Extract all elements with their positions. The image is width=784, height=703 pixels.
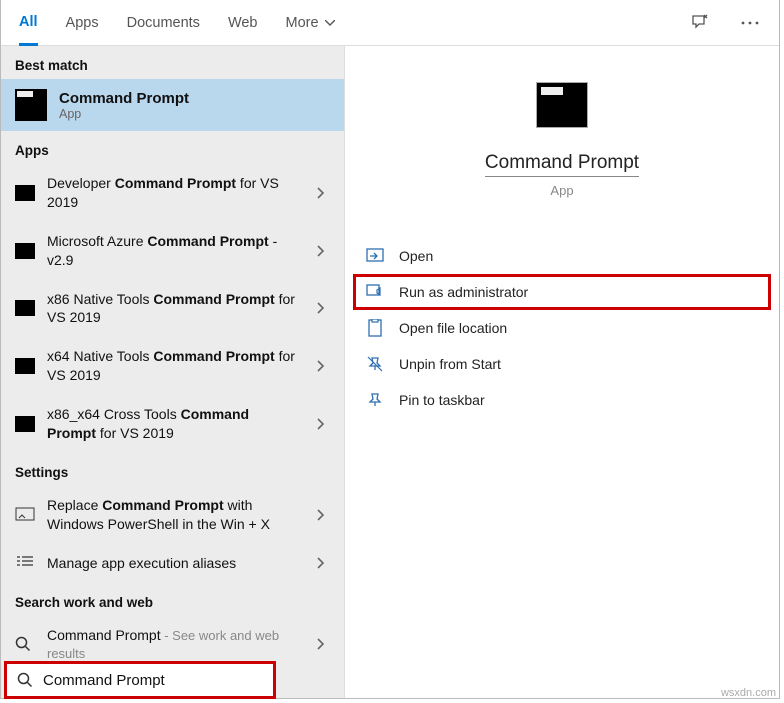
preview-title: Command Prompt (485, 152, 639, 177)
pin-icon (365, 391, 385, 409)
tab-all[interactable]: All (19, 1, 38, 46)
tab-more[interactable]: More (286, 0, 335, 45)
settings-icon (15, 507, 35, 523)
app-result-item[interactable]: x64 Native Tools Command Prompt for VS 2… (1, 337, 344, 395)
action-pin-taskbar-label: Pin to taskbar (399, 392, 485, 408)
search-tabs: All Apps Documents Web More (1, 0, 779, 46)
search-bar[interactable] (4, 661, 276, 699)
action-unpin-start-label: Unpin from Start (399, 356, 501, 372)
app-result-label: Microsoft Azure Command Prompt - v2.9 (47, 232, 300, 270)
app-result-label: x86_x64 Cross Tools Command Prompt for V… (47, 405, 300, 443)
chevron-right-icon[interactable] (312, 245, 330, 257)
feedback-icon[interactable] (689, 12, 711, 34)
cmd-icon (15, 416, 35, 432)
settings-result-item[interactable]: Replace Command Prompt with Windows Powe… (1, 486, 344, 544)
chevron-right-icon[interactable] (312, 187, 330, 199)
chevron-right-icon[interactable] (312, 302, 330, 314)
app-result-item[interactable]: Microsoft Azure Command Prompt - v2.9 (1, 222, 344, 280)
app-result-item[interactable]: Developer Command Prompt for VS 2019 (1, 164, 344, 222)
chevron-right-icon[interactable] (312, 509, 330, 521)
chevron-right-icon[interactable] (312, 360, 330, 372)
section-best-match: Best match (1, 46, 344, 79)
settings-result-item[interactable]: Manage app execution aliases (1, 544, 344, 583)
web-result-label: Command Prompt - See work and web result… (47, 626, 300, 664)
best-match-item[interactable]: Command Prompt App (1, 79, 344, 131)
tab-documents[interactable]: Documents (127, 0, 200, 45)
section-apps: Apps (1, 131, 344, 164)
chevron-right-icon[interactable] (312, 557, 330, 569)
action-open[interactable]: Open (353, 238, 771, 274)
tab-web[interactable]: Web (228, 0, 258, 45)
open-icon (365, 247, 385, 265)
watermark: wsxdn.com (721, 687, 776, 699)
ellipsis-icon[interactable] (739, 12, 761, 34)
action-run-admin[interactable]: Run as administrator (353, 274, 771, 310)
action-run-admin-label: Run as administrator (399, 284, 528, 300)
cmd-icon (15, 358, 35, 374)
cmd-icon (15, 300, 35, 316)
search-input[interactable] (43, 672, 263, 689)
folder-icon (365, 319, 385, 337)
tab-apps[interactable]: Apps (66, 0, 99, 45)
admin-icon (365, 283, 385, 301)
cmd-icon (15, 243, 35, 259)
app-result-label: x86 Native Tools Command Prompt for VS 2… (47, 290, 300, 328)
cmd-icon (15, 89, 47, 121)
results-panel: Best match Command Prompt App Apps Devel… (1, 46, 345, 698)
cmd-icon (15, 185, 35, 201)
settings-result-label: Manage app execution aliases (47, 554, 300, 573)
app-result-label: x64 Native Tools Command Prompt for VS 2… (47, 347, 300, 385)
section-settings: Settings (1, 453, 344, 486)
app-result-label: Developer Command Prompt for VS 2019 (47, 174, 300, 212)
chevron-down-icon (325, 20, 335, 26)
settings-result-label: Replace Command Prompt with Windows Powe… (47, 496, 300, 534)
settings-icon (15, 555, 35, 571)
action-open-label: Open (399, 248, 433, 264)
preview-panel: Command Prompt App Open Run as administr… (345, 46, 779, 698)
action-pin-taskbar[interactable]: Pin to taskbar (353, 382, 771, 418)
chevron-right-icon[interactable] (312, 638, 330, 650)
app-result-item[interactable]: x86 Native Tools Command Prompt for VS 2… (1, 280, 344, 338)
preview-cmd-icon (536, 82, 588, 128)
tab-more-label: More (286, 15, 319, 31)
app-result-item[interactable]: x86_x64 Cross Tools Command Prompt for V… (1, 395, 344, 453)
action-open-location-label: Open file location (399, 320, 507, 336)
search-icon (15, 636, 35, 652)
chevron-right-icon[interactable] (312, 418, 330, 430)
action-open-location[interactable]: Open file location (353, 310, 771, 346)
unpin-icon (365, 355, 385, 373)
search-icon (17, 672, 33, 688)
best-match-subtitle: App (59, 107, 189, 121)
section-web: Search work and web (1, 583, 344, 616)
preview-subtitle: App (550, 183, 573, 198)
best-match-title: Command Prompt (59, 90, 189, 107)
action-unpin-start[interactable]: Unpin from Start (353, 346, 771, 382)
